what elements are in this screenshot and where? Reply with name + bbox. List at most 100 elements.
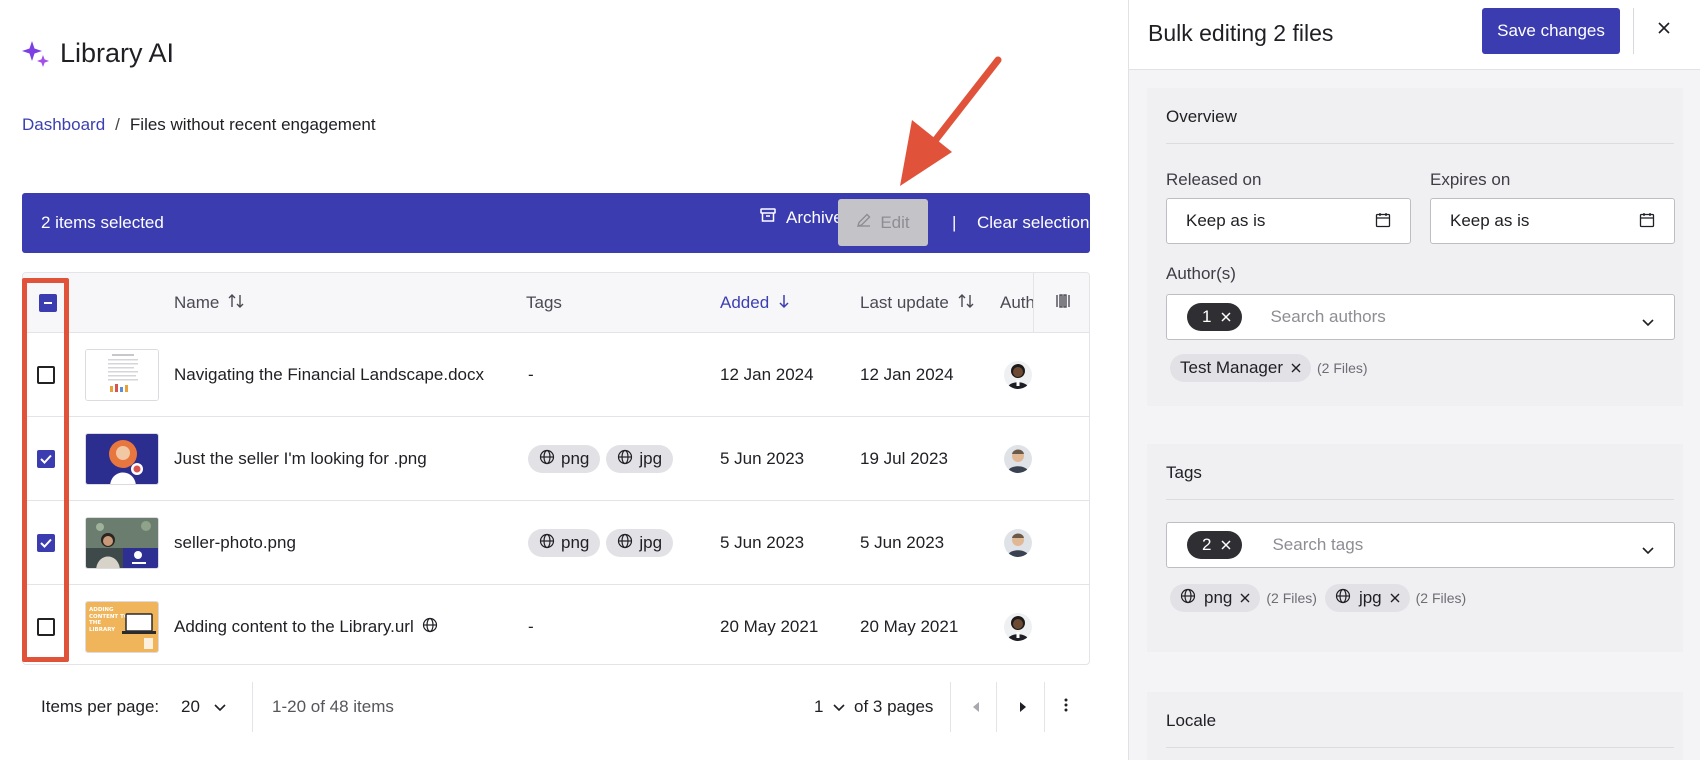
selection-count: 2 items selected <box>41 213 164 232</box>
row-select-cell <box>37 417 55 501</box>
column-author[interactable]: Auth <box>1000 273 1033 333</box>
tags-count-pill[interactable]: 2 <box>1187 531 1243 559</box>
bar-separator: | <box>952 213 957 232</box>
tag-chip[interactable]: png <box>528 529 601 557</box>
file-added: 12 Jan 2024 <box>720 365 814 384</box>
file-name[interactable]: Just the seller I'm looking for .png <box>174 417 427 501</box>
row-checkbox[interactable] <box>37 366 55 384</box>
author-chip[interactable]: Test Manager <box>1170 354 1311 382</box>
breadcrumb-separator: / <box>115 115 120 134</box>
page-select[interactable]: 1 <box>814 697 846 717</box>
table-row[interactable]: ADDING CONTENT TO THE LIBRARY Adding con… <box>23 585 1089 664</box>
tag-label: png <box>561 449 590 468</box>
file-thumbnail: ADDING CONTENT TO THE LIBRARY <box>85 601 159 653</box>
row-checkbox[interactable] <box>37 534 55 552</box>
remove-icon <box>1390 593 1400 603</box>
expires-on-field[interactable]: Keep as is <box>1430 198 1675 244</box>
row-checkbox[interactable] <box>37 618 55 636</box>
items-per-page-select[interactable]: 20 <box>181 697 226 717</box>
archive-icon <box>760 207 776 228</box>
files-table: Name Tags Added Last update Auth Navigat… <box>22 272 1090 665</box>
next-page-button[interactable] <box>1019 697 1027 717</box>
calendar-icon <box>1639 212 1655 233</box>
calendar-icon <box>1375 212 1391 233</box>
select-all-cell <box>39 273 57 333</box>
released-on-field[interactable]: Keep as is <box>1166 198 1411 244</box>
tags-count: 2 <box>1202 535 1212 554</box>
avatar[interactable] <box>1004 361 1032 389</box>
tags-select[interactable]: 2 Search tags <box>1166 522 1675 568</box>
chevron-down-icon <box>1642 540 1654 560</box>
table-row[interactable]: Navigating the Financial Landscape.docx … <box>23 333 1089 417</box>
divider <box>950 682 951 732</box>
globe-icon <box>422 617 438 638</box>
sort-icon <box>227 293 245 314</box>
columns-icon <box>1055 293 1070 314</box>
columns-settings-button[interactable] <box>1033 273 1089 333</box>
file-name[interactable]: seller-photo.png <box>174 501 296 585</box>
author-chip-note: (2 Files) <box>1317 360 1368 376</box>
file-last-update: 20 May 2021 <box>860 617 959 636</box>
select-all-checkbox[interactable] <box>39 294 57 312</box>
tag-chip[interactable]: png <box>1170 584 1261 612</box>
tag-chip[interactable]: jpg <box>606 529 674 557</box>
clear-selection-button[interactable]: Clear selection <box>977 213 1089 233</box>
breadcrumb-dashboard-link[interactable]: Dashboard <box>22 115 105 135</box>
expires-on-value: Keep as is <box>1450 211 1530 230</box>
clear-icon <box>1221 540 1231 550</box>
app-header: Library AI <box>22 38 174 69</box>
tag-label: jpg <box>639 449 663 468</box>
close-icon[interactable] <box>1657 20 1673 36</box>
file-tags: png jpg <box>528 501 679 585</box>
edit-button[interactable]: Edit <box>838 199 928 246</box>
globe-icon <box>1180 588 1196 609</box>
pages-total: of 3 pages <box>854 697 934 716</box>
tag-chip[interactable]: png <box>528 445 601 473</box>
avatar[interactable] <box>1004 613 1032 641</box>
archive-label: Archive <box>786 207 843 227</box>
divider <box>1166 499 1674 500</box>
file-name[interactable]: Navigating the Financial Landscape.docx <box>174 333 484 417</box>
more-options-icon[interactable] <box>1064 697 1068 717</box>
tags-section: Tags 2 Search tags png (2 Files) jpg (2 … <box>1147 444 1683 652</box>
file-last-update: 19 Jul 2023 <box>860 449 948 468</box>
tag-chip-label: jpg <box>1358 588 1382 607</box>
tag-chip[interactable]: jpg <box>1324 584 1410 612</box>
released-on-label: Released on <box>1166 170 1262 189</box>
avatar[interactable] <box>1004 445 1032 473</box>
selection-bar: 2 items selected Archive Edit | Clear se… <box>22 193 1090 253</box>
page-number: 1 <box>814 697 824 716</box>
section-title: Tags <box>1166 463 1202 482</box>
file-last-update: 12 Jan 2024 <box>860 365 954 384</box>
row-select-cell <box>37 333 55 417</box>
author-avatar-cell <box>1004 585 1032 664</box>
tag-chip-note: (2 Files) <box>1415 590 1467 606</box>
prev-page-button[interactable] <box>972 697 980 717</box>
author-avatar-cell <box>1004 333 1032 417</box>
authors-count-pill[interactable]: 1 <box>1187 303 1243 331</box>
tag-chip-label: png <box>1204 588 1233 607</box>
divider <box>1166 747 1674 748</box>
authors-select[interactable]: 1 Search authors <box>1166 294 1675 340</box>
save-changes-button[interactable]: Save changes <box>1482 8 1620 54</box>
column-name[interactable]: Name <box>174 273 245 333</box>
sparkle-logo-icon <box>22 40 50 68</box>
globe-icon <box>617 449 633 470</box>
divider <box>1633 8 1634 54</box>
authors-search-placeholder: Search authors <box>1270 307 1386 326</box>
row-checkbox[interactable] <box>37 450 55 468</box>
globe-icon <box>539 449 555 470</box>
file-name-cell[interactable]: Adding content to the Library.url <box>174 585 438 664</box>
avatar[interactable] <box>1004 529 1032 557</box>
column-last-update[interactable]: Last update <box>860 273 975 333</box>
tag-chip[interactable]: jpg <box>606 445 674 473</box>
table-row[interactable]: Just the seller I'm looking for .png png… <box>23 417 1089 501</box>
archive-button[interactable]: Archive <box>760 207 843 228</box>
divider <box>1044 682 1045 732</box>
items-range: 1-20 of 48 items <box>272 697 394 716</box>
column-added[interactable]: Added <box>720 273 791 333</box>
file-tags-empty: - <box>528 617 534 636</box>
table-row[interactable]: seller-photo.png png jpg 5 Jun 2023 5 Ju… <box>23 501 1089 585</box>
chevron-down-icon <box>214 697 226 717</box>
pencil-icon <box>856 212 872 233</box>
